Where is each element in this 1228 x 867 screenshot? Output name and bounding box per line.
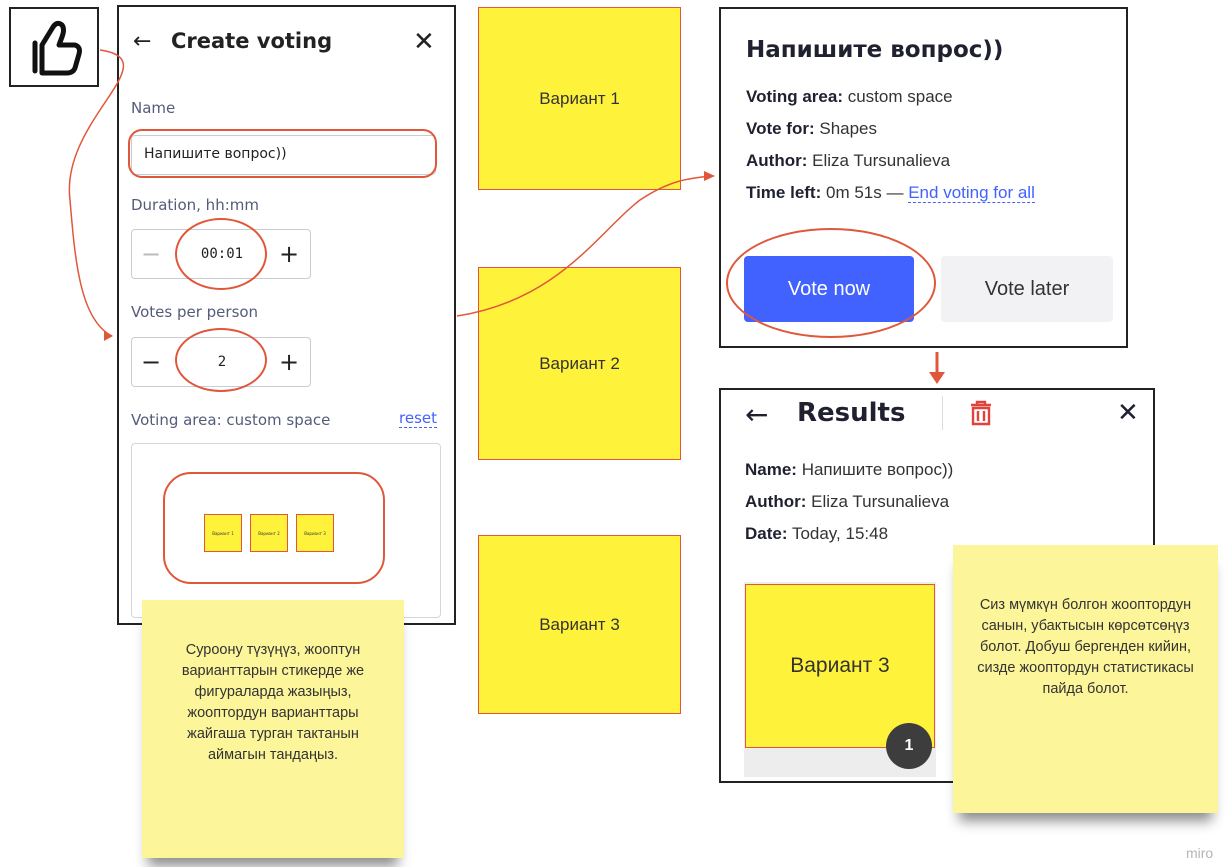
connector-lines	[68, 49, 715, 341]
miro-watermark: miro	[1186, 845, 1214, 861]
